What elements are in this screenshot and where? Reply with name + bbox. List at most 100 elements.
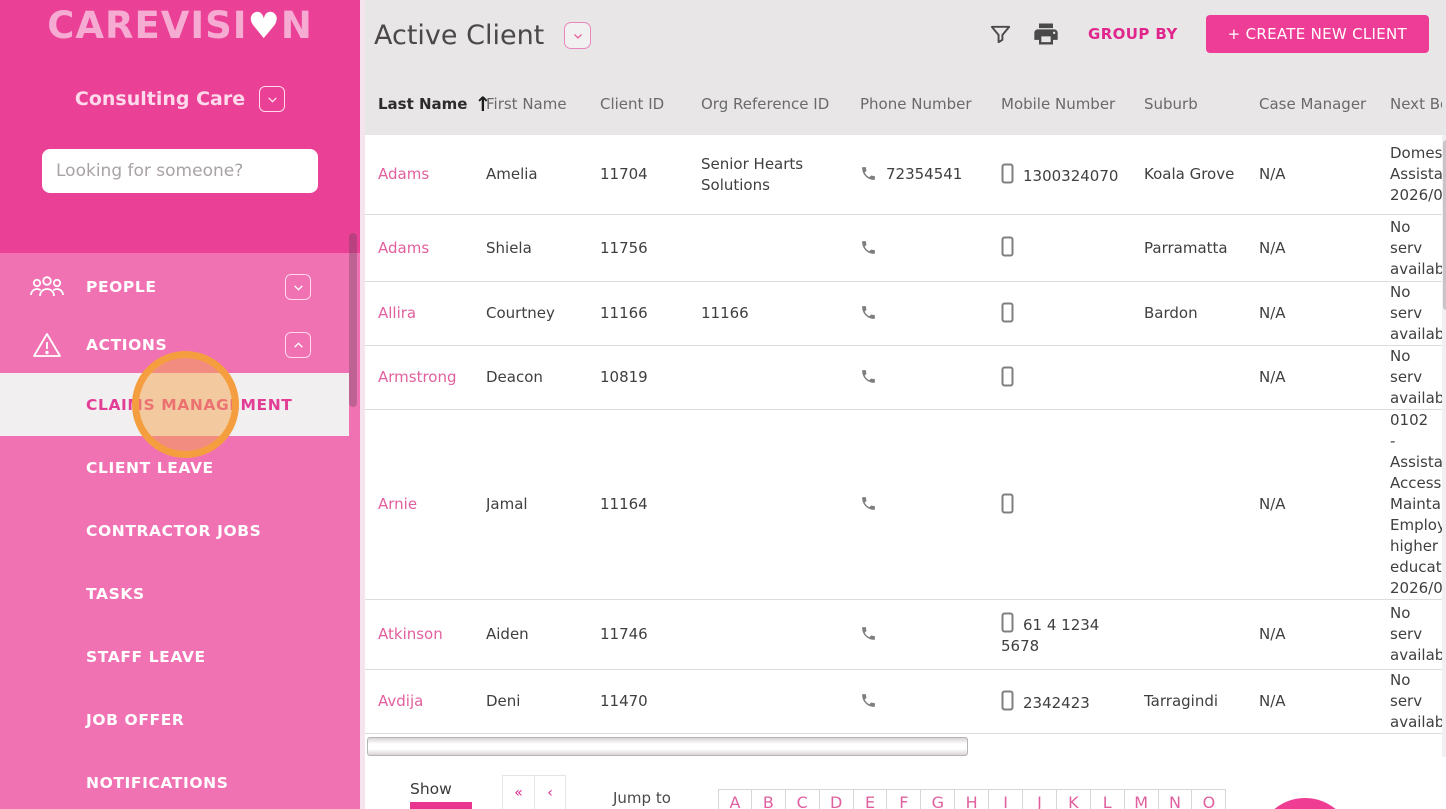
column-header-suburb[interactable]: Suburb [1144, 95, 1259, 113]
sidebar-item-people[interactable]: PEOPLE [0, 258, 349, 316]
cell-first-name: Amelia [486, 165, 538, 183]
group-by-button[interactable]: GROUP BY [1088, 25, 1178, 43]
table-row[interactable]: Adams Amelia 11704 Senior Hearts Solutions 7… [365, 135, 1442, 215]
column-header-last-name[interactable]: Last Name ↑ [378, 94, 491, 114]
mobile-icon [1001, 236, 1014, 257]
cell-next-booking: No serv availab [1390, 671, 1442, 731]
chat-button[interactable] [1257, 798, 1353, 809]
client-last-name-link[interactable]: Allira [378, 304, 416, 322]
submenu-label: NOTIFICATIONS [86, 773, 229, 792]
horizontal-scrollbar[interactable] [367, 737, 968, 756]
cell-org-reference-id: Senior Hearts Solutions [701, 154, 804, 194]
cell-last-name: Adams [378, 238, 486, 259]
organisation-selector[interactable]: Consulting Care [0, 86, 360, 112]
alphabet-filter-button[interactable]: H [955, 789, 990, 809]
view-dropdown-button[interactable] [564, 22, 592, 49]
alphabet-filter-button[interactable]: K [1056, 789, 1091, 809]
column-header-phone-number[interactable]: Phone Number [860, 95, 1001, 113]
client-last-name-link[interactable]: Avdija [378, 692, 423, 710]
first-page-button[interactable]: « [503, 776, 534, 809]
table-row[interactable]: Adams Shiela 11756 Parramatta N/A No serv ava… [365, 215, 1442, 282]
sidebar-scrollbar[interactable] [349, 233, 357, 407]
cell-client-id: 11704 [600, 165, 648, 183]
previous-page-button[interactable]: ‹ [534, 776, 565, 809]
alphabet-filter-button[interactable]: J [1023, 789, 1057, 809]
table-column-headers: Last Name ↑ First Name Client ID Org Refe… [365, 72, 1442, 135]
client-last-name-link[interactable]: Adams [378, 239, 429, 257]
column-header-case-manager[interactable]: Case Manager [1259, 95, 1390, 113]
sidebar-item-contractor-jobs[interactable]: CONTRACTOR JOBS [0, 499, 349, 562]
cell-first-name: Courtney [486, 304, 555, 322]
table-row[interactable]: Arnie Jamal 11164 N/A 0102 - Assista Access … [365, 410, 1442, 600]
alphabet-filter-button[interactable]: D [819, 789, 854, 809]
sidebar-item-notifications[interactable]: NOTIFICATIONS [0, 751, 349, 809]
create-new-client-button[interactable]: + CREATE NEW CLIENT [1205, 15, 1429, 53]
chevron-down-icon [573, 33, 582, 39]
sidebar-header: CAREVISI♥N Consulting Care [0, 0, 360, 253]
cell-next-booking: 0102 - Assista Access Mainta Employ high… [1390, 411, 1442, 597]
mobile-icon [1001, 690, 1014, 710]
search-input[interactable] [42, 149, 318, 193]
cell-last-name: Arnie [378, 494, 486, 515]
warning-icon [28, 331, 66, 359]
org-dropdown-button[interactable] [259, 86, 286, 112]
client-last-name-link[interactable]: Atkinson [378, 625, 443, 643]
client-last-name-link[interactable]: Arnie [378, 495, 417, 513]
people-expand-button[interactable] [285, 274, 311, 300]
sidebar-item-staff-leave[interactable]: STAFF LEAVE [0, 625, 349, 688]
alphabet-filter-button[interactable]: A [718, 789, 752, 809]
alphabet-filter-button[interactable]: I [989, 789, 1024, 809]
phone-icon [862, 240, 875, 254]
column-header-next-booking[interactable]: Next Boo [1390, 95, 1442, 113]
alphabet-filter-button[interactable]: O [1192, 789, 1227, 809]
cell-mobile [1001, 493, 1144, 517]
filter-button[interactable] [989, 23, 1012, 46]
sidebar-item-client-leave[interactable]: CLIENT LEAVE [0, 436, 349, 499]
alphabet-filter-button[interactable]: N [1158, 789, 1193, 809]
alphabet-filter-button[interactable]: C [785, 789, 820, 809]
column-header-org-reference-id[interactable]: Org Reference ID [701, 95, 860, 113]
cell-mobile [1001, 302, 1144, 326]
cell-mobile [1001, 236, 1144, 260]
jump-to-label: Jump to [613, 789, 671, 807]
page-header: Active Client GROUP BY + CREATE NEW CLIE… [365, 0, 1446, 135]
table-row[interactable]: Atkinson Aiden 11746 61 4 1234 5678 N/A No se… [365, 600, 1442, 670]
sidebar-item-tasks[interactable]: TASKS [0, 562, 349, 625]
sidebar: CAREVISI♥N Consulting Care PEOPLE [0, 0, 360, 809]
column-header-client-id[interactable]: Client ID [600, 95, 701, 113]
table-row[interactable]: Armstrong Deacon 10819 N/A No serv availab [365, 346, 1442, 410]
alphabet-filter-button[interactable]: B [751, 789, 786, 809]
mobile-icon [1001, 302, 1014, 322]
print-button[interactable] [1032, 20, 1060, 48]
logo-text-left: CAREVISI [47, 4, 248, 47]
cell-next-booking: No serv availab [1390, 283, 1442, 343]
alphabet-filter-button[interactable]: L [1090, 789, 1125, 809]
client-last-name-link[interactable]: Armstrong [378, 368, 457, 386]
sidebar-item-actions[interactable]: ACTIONS [0, 316, 349, 374]
table-row[interactable]: Allira Courtney 11166 11166 Bardon N/A No serv… [365, 282, 1442, 346]
actions-collapse-button[interactable] [285, 332, 311, 358]
cell-case-manager: N/A [1259, 625, 1286, 643]
column-header-mobile-number[interactable]: Mobile Number [1001, 95, 1144, 113]
client-last-name-link[interactable]: Adams [378, 165, 429, 183]
cell-phone [860, 238, 1001, 259]
column-header-first-name[interactable]: First Name [486, 95, 600, 113]
cell-suburb: Bardon [1144, 304, 1198, 322]
cell-suburb: Parramatta [1144, 238, 1228, 257]
cell-mobile [1001, 366, 1144, 390]
alphabet-filter-button[interactable]: F [887, 789, 922, 809]
vertical-scrollbar[interactable] [1442, 135, 1446, 757]
phone-icon [862, 627, 875, 640]
cell-suburb: Tarragindi [1144, 692, 1219, 710]
mobile-icon [1001, 612, 1014, 633]
page-size-select[interactable] [410, 802, 472, 809]
sidebar-item-job-offer[interactable]: JOB OFFER [0, 688, 349, 751]
organisation-name: Consulting Care [74, 88, 246, 110]
alphabet-filter-button[interactable]: M [1124, 789, 1159, 809]
alphabet-filter-button[interactable]: E [853, 789, 888, 809]
cell-last-name: Armstrong [378, 367, 486, 388]
page-title: Active Client [374, 20, 545, 51]
sidebar-item-claims-management[interactable]: CLAIMS MANAGEMENT [0, 373, 349, 436]
table-row[interactable]: Avdija Deni 11470 2342423 Tarragindi N/A No se… [365, 670, 1442, 734]
alphabet-filter-button[interactable]: G [921, 789, 956, 809]
